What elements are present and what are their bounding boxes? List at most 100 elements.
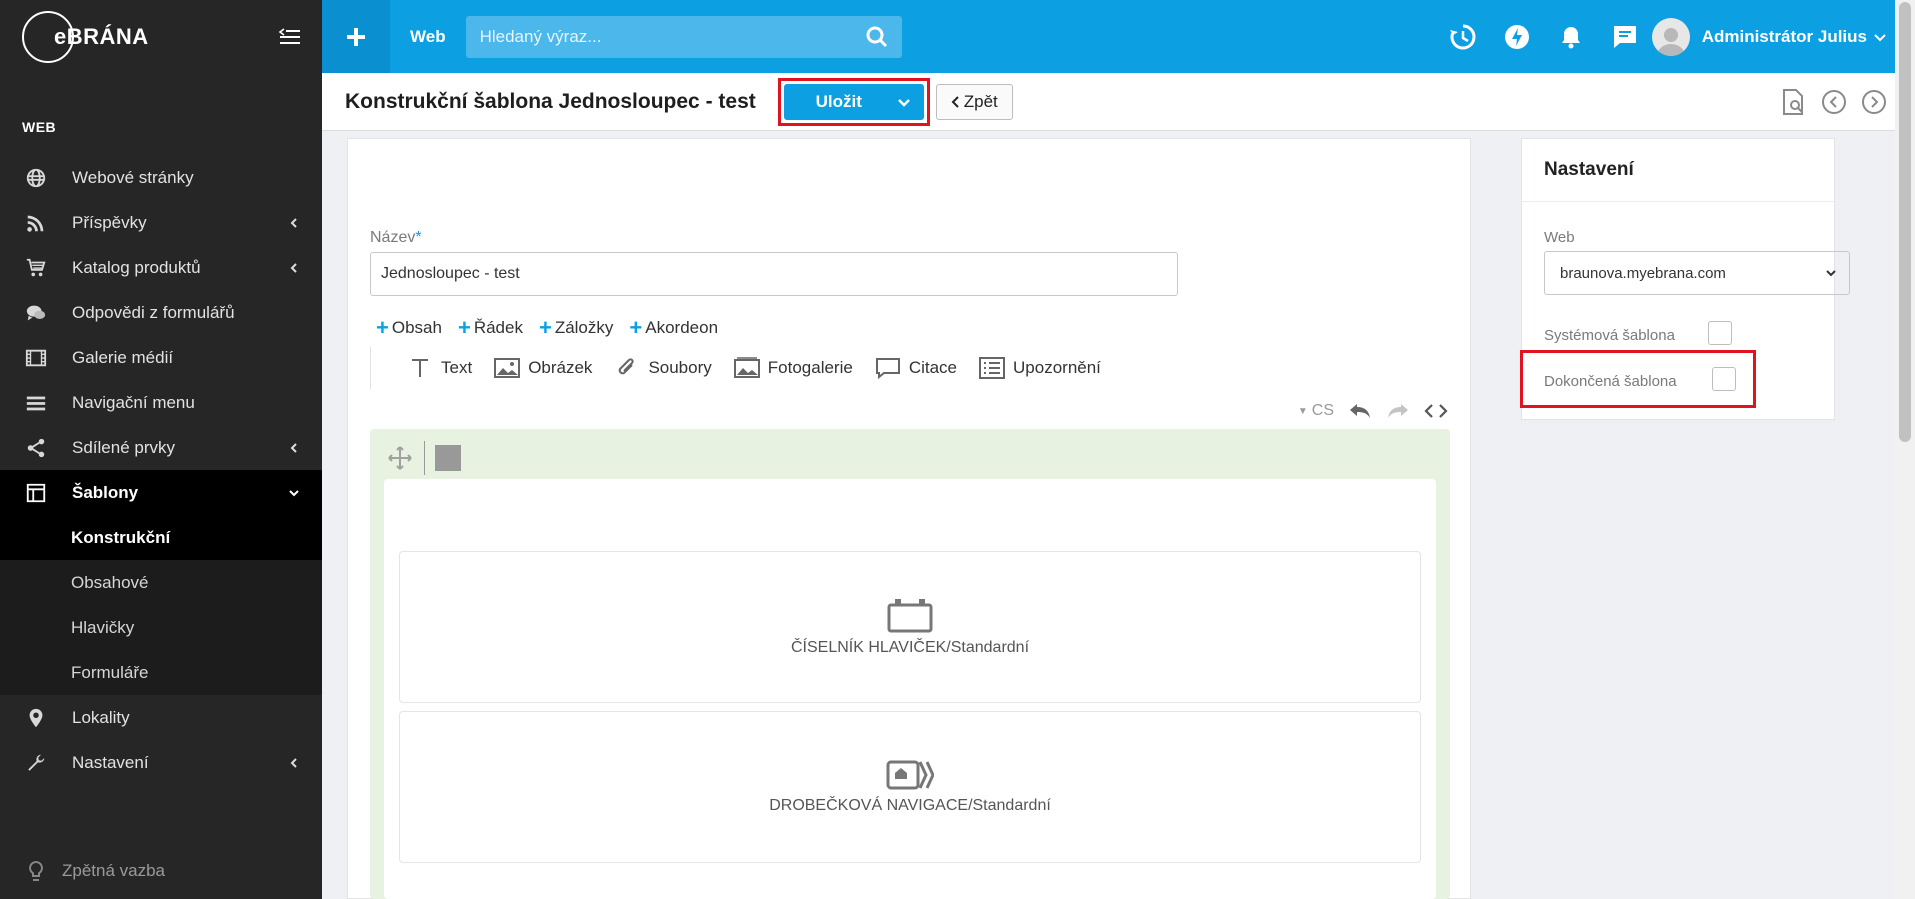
text-icon <box>412 359 428 377</box>
back-button[interactable]: Zpět <box>935 83 1013 120</box>
tool-divider <box>424 441 425 475</box>
wrench-icon <box>24 751 48 775</box>
save-dropdown-toggle[interactable] <box>884 95 924 109</box>
sidebar-item-label: Nastavení <box>72 752 149 772</box>
row-tools <box>386 441 461 475</box>
element-palette: Text Obrázek Soubory Fotogalerie Citace … <box>370 347 1101 389</box>
column-select-square[interactable] <box>435 445 461 471</box>
sidebar-subitem-content[interactable]: Obsahové <box>0 560 322 605</box>
chevron-left-icon <box>290 442 297 453</box>
sidebar-subitem-construction[interactable]: Konstrukční <box>0 515 322 560</box>
sidebar-subitem-headers[interactable]: Hlavičky <box>0 605 322 650</box>
element-quote[interactable]: Citace <box>875 357 957 379</box>
block-label: DROBEČKOVÁ NAVIGACE/Standardní <box>769 797 1051 814</box>
header-counter-icon <box>887 599 933 633</box>
sidebar-item-locations[interactable]: Lokality <box>0 695 322 740</box>
add-row-button[interactable]: + Řádek <box>458 317 523 339</box>
lightbulb-icon <box>29 861 43 881</box>
language-select[interactable]: ▼ CS <box>1298 402 1334 420</box>
sidebar-item-web-pages[interactable]: Webové stránky <box>0 155 322 200</box>
block-label: ČÍSELNÍK HLAVIČEK/Standardní <box>790 639 1030 656</box>
lightning-icon[interactable] <box>1501 21 1533 53</box>
sidebar-item-label: Příspěvky <box>72 212 147 232</box>
system-template-label: Systémová šablona <box>1544 327 1675 344</box>
element-files[interactable]: Soubory <box>614 357 712 379</box>
element-notice[interactable]: Upozornění <box>979 357 1101 379</box>
image-icon <box>494 358 521 378</box>
add-tabs-button[interactable]: + Záložky <box>539 317 613 339</box>
page-scrollbar[interactable] <box>1895 0 1915 899</box>
content-block[interactable]: DROBEČKOVÁ NAVIGACE/Standardní <box>399 711 1421 863</box>
add-controls: + Obsah + Řádek + Záložky + Akordeon <box>376 317 718 339</box>
bell-icon[interactable] <box>1555 21 1587 53</box>
web-select-value: braunova.myebrana.com <box>1560 264 1726 282</box>
logo-text: eBRÁNA <box>54 23 149 49</box>
ebrana-logo[interactable]: eBRÁNA <box>22 10 149 63</box>
name-label: Název* <box>370 229 422 246</box>
search-icon[interactable] <box>866 26 888 48</box>
user-menu[interactable]: Administrátor Julius <box>1651 0 1887 73</box>
finished-template-highlight <box>1520 350 1756 408</box>
page-title: Konstrukční šablona Jednosloupec - test <box>345 89 756 113</box>
web-select[interactable]: braunova.myebrana.com <box>1544 251 1850 295</box>
sidebar-item-posts[interactable]: Příspěvky <box>0 200 322 245</box>
web-context-label[interactable]: Web <box>410 27 446 47</box>
add-accordion-button[interactable]: + Akordeon <box>629 317 718 339</box>
system-template-checkbox[interactable] <box>1708 321 1732 345</box>
column-content: ČÍSELNÍK HLAVIČEK/Standardní DROBEČKOVÁ … <box>384 479 1436 899</box>
web-label: Web <box>1544 229 1575 246</box>
add-content-button[interactable]: + Obsah <box>376 317 442 339</box>
location-pin-icon <box>24 706 48 730</box>
code-view-icon[interactable] <box>1424 402 1448 420</box>
add-button[interactable] <box>322 0 390 73</box>
undo-icon[interactable] <box>1348 401 1372 421</box>
sidebar-item-label: Lokality <box>72 707 130 727</box>
sidebar-item-form-responses[interactable]: Odpovědi z formulářů <box>0 290 322 335</box>
sidebar-item-label: Webové stránky <box>72 167 194 187</box>
chevron-left-icon <box>290 262 297 273</box>
search-input[interactable] <box>479 26 840 47</box>
previous-icon[interactable] <box>1819 87 1849 117</box>
avatar <box>1651 17 1690 56</box>
topbar: Web Administrátor Julius <box>322 0 1895 73</box>
header-right-tools <box>1779 73 1889 131</box>
history-icon[interactable] <box>1447 21 1479 53</box>
chevron-left-icon <box>951 95 959 108</box>
sidebar-item-templates[interactable]: Šablony <box>0 470 322 515</box>
sidebar-item-label: Katalog produktů <box>72 257 201 277</box>
sidebar-subitem-forms[interactable]: Formuláře <box>0 650 322 695</box>
next-icon[interactable] <box>1859 87 1889 117</box>
sidebar-item-product-catalog[interactable]: Katalog produktů <box>0 245 322 290</box>
preview-document-icon[interactable] <box>1779 87 1809 117</box>
save-highlight: Uložit <box>777 77 930 126</box>
redo-icon[interactable] <box>1386 401 1410 421</box>
rss-icon <box>24 211 48 235</box>
page-header: Konstrukční šablona Jednosloupec - test … <box>322 73 1895 131</box>
chevron-down-icon <box>289 489 299 496</box>
sidebar: eBRÁNA WEB Webové stránky Příspěvky Kata… <box>0 0 322 899</box>
feedback-link[interactable]: Zpětná vazba <box>24 859 165 883</box>
element-photo-gallery[interactable]: Fotogalerie <box>733 357 853 379</box>
chevron-left-icon <box>290 757 297 768</box>
sidebar-item-media-gallery[interactable]: Galerie médií <box>0 335 322 380</box>
save-label: Uložit <box>815 91 862 111</box>
sidebar-item-settings[interactable]: Nastavení <box>0 740 322 785</box>
name-field[interactable] <box>370 252 1178 296</box>
cart-icon <box>24 256 48 280</box>
element-text[interactable]: Text <box>407 357 472 379</box>
feedback-label: Zpětná vazba <box>62 861 166 880</box>
content-block[interactable]: ČÍSELNÍK HLAVIČEK/Standardní <box>399 551 1421 703</box>
save-button[interactable]: Uložit <box>783 83 924 120</box>
plus-icon <box>347 27 365 46</box>
scrollbar-thumb[interactable] <box>1899 2 1911 442</box>
move-icon[interactable] <box>386 444 414 472</box>
message-icon[interactable] <box>1609 21 1641 53</box>
collapse-menu-icon[interactable] <box>278 27 300 46</box>
back-label: Zpět <box>963 91 998 111</box>
element-image[interactable]: Obrázek <box>494 357 592 379</box>
sidebar-item-label: Sdílené prvky <box>72 437 175 457</box>
sidebar-item-shared-elements[interactable]: Sdílené prvky <box>0 425 322 470</box>
sidebar-item-nav-menu[interactable]: Navigační menu <box>0 380 322 425</box>
sidebar-item-label: Šablony <box>72 482 139 502</box>
paperclip-icon <box>619 358 634 375</box>
